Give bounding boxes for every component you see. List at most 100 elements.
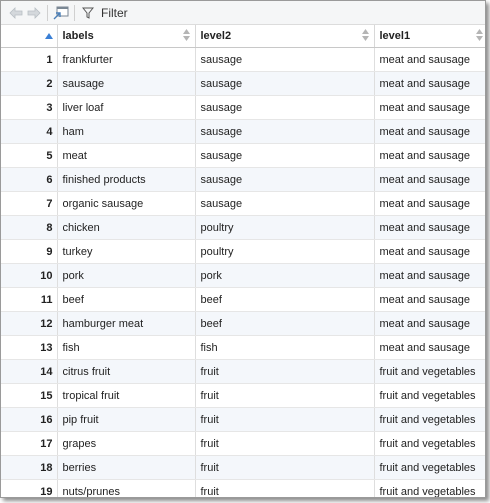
cell-labels: sausage [57, 71, 196, 96]
cell-level2: fruit [195, 407, 375, 432]
cell-level2: fruit [195, 359, 375, 384]
table-row[interactable]: 7 organic sausage sausage meat and sausage [1, 191, 485, 216]
cell-level2: poultry [195, 239, 375, 264]
sort-ascending-icon [44, 33, 53, 39]
cell-labels: beef [57, 287, 196, 312]
cell-level1: fruit and vegetables [374, 407, 485, 432]
cell-level2: sausage [195, 71, 375, 96]
table-row[interactable]: 19 nuts/prunes fruit fruit and vegetables [1, 479, 485, 497]
cell-labels: ham [57, 119, 196, 144]
row-index: 13 [1, 335, 58, 360]
column-header-index[interactable] [1, 25, 58, 48]
data-table: labels level2 level1 1 frankfurter sausage… [1, 25, 485, 497]
row-index: 12 [1, 311, 58, 336]
table-row[interactable]: 3 liver loaf sausage meat and sausage [1, 95, 485, 120]
cell-level1: fruit and vegetables [374, 359, 485, 384]
filter-button-label[interactable]: Filter [101, 6, 128, 20]
cell-level1: fruit and vegetables [374, 383, 485, 408]
table-row[interactable]: 16 pip fruit fruit fruit and vegetables [1, 407, 485, 432]
filter-icon[interactable] [79, 4, 97, 22]
table-row[interactable]: 14 citrus fruit fruit fruit and vegetables [1, 359, 485, 384]
row-index: 3 [1, 95, 58, 120]
column-header-level2[interactable]: level2 [195, 25, 375, 48]
cell-level1: meat and sausage [374, 239, 485, 264]
row-index: 15 [1, 383, 58, 408]
cell-level2: sausage [195, 143, 375, 168]
toolbar: Filter [1, 1, 485, 25]
data-viewer-window: Filter labels level2 level1 1 frankfurte… [0, 0, 486, 498]
cell-level1: meat and sausage [374, 311, 485, 336]
cell-labels: organic sausage [57, 191, 196, 216]
row-index: 16 [1, 407, 58, 432]
row-index: 18 [1, 455, 58, 480]
row-index: 17 [1, 431, 58, 456]
column-header-level1[interactable]: level1 [374, 25, 485, 48]
table-row[interactable]: 4 ham sausage meat and sausage [1, 119, 485, 144]
cell-labels: citrus fruit [57, 359, 196, 384]
table-row[interactable]: 17 grapes fruit fruit and vegetables [1, 431, 485, 456]
cell-labels: frankfurter [57, 47, 196, 72]
cell-level2: fish [195, 335, 375, 360]
cell-level1: meat and sausage [374, 191, 485, 216]
cell-labels: meat [57, 143, 196, 168]
sort-icon [361, 29, 369, 41]
table-row[interactable]: 18 berries fruit fruit and vegetables [1, 455, 485, 480]
cell-level2: sausage [195, 119, 375, 144]
cell-level1: meat and sausage [374, 47, 485, 72]
table-row[interactable]: 5 meat sausage meat and sausage [1, 143, 485, 168]
table-row[interactable]: 12 hamburger meat beef meat and sausage [1, 311, 485, 336]
cell-labels: nuts/prunes [57, 479, 196, 497]
toolbar-separator [74, 4, 75, 21]
cell-level1: meat and sausage [374, 119, 485, 144]
column-header-labels[interactable]: labels [57, 25, 196, 48]
row-index: 9 [1, 239, 58, 264]
table-row[interactable]: 15 tropical fruit fruit fruit and vegetable… [1, 383, 485, 408]
cell-level2: fruit [195, 431, 375, 456]
cell-level2: sausage [195, 95, 375, 120]
cell-level1: meat and sausage [374, 287, 485, 312]
toolbar-separator [47, 4, 48, 21]
sort-icon [182, 29, 190, 41]
sort-icon [475, 29, 483, 41]
cell-level1: meat and sausage [374, 167, 485, 192]
row-index: 7 [1, 191, 58, 216]
cell-labels: pork [57, 263, 196, 288]
cell-labels: tropical fruit [57, 383, 196, 408]
cell-labels: chicken [57, 215, 196, 240]
cell-level2: sausage [195, 47, 375, 72]
popout-icon[interactable] [52, 4, 70, 22]
cell-level1: meat and sausage [374, 335, 485, 360]
cell-level2: sausage [195, 191, 375, 216]
table-row[interactable]: 2 sausage sausage meat and sausage [1, 71, 485, 96]
row-index: 11 [1, 287, 58, 312]
cell-level1: fruit and vegetables [374, 479, 485, 497]
cell-level2: sausage [195, 167, 375, 192]
header-row: labels level2 level1 [1, 25, 485, 48]
back-arrow-icon[interactable] [7, 4, 25, 22]
table-row[interactable]: 13 fish fish meat and sausage [1, 335, 485, 360]
forward-arrow-icon[interactable] [25, 4, 43, 22]
row-index: 1 [1, 47, 58, 72]
cell-labels: fish [57, 335, 196, 360]
cell-level2: beef [195, 311, 375, 336]
row-index: 5 [1, 143, 58, 168]
cell-level2: fruit [195, 455, 375, 480]
data-table-container: labels level2 level1 1 frankfurter sausage… [1, 25, 485, 497]
table-row[interactable]: 10 pork pork meat and sausage [1, 263, 485, 288]
cell-level1: meat and sausage [374, 263, 485, 288]
cell-level2: fruit [195, 383, 375, 408]
cell-level1: fruit and vegetables [374, 455, 485, 480]
table-row[interactable]: 9 turkey poultry meat and sausage [1, 239, 485, 264]
cell-level1: meat and sausage [374, 215, 485, 240]
cell-labels: hamburger meat [57, 311, 196, 336]
table-row[interactable]: 8 chicken poultry meat and sausage [1, 215, 485, 240]
table-row[interactable]: 6 finished products sausage meat and sausag… [1, 167, 485, 192]
table-row[interactable]: 1 frankfurter sausage meat and sausage [1, 47, 485, 72]
table-row[interactable]: 11 beef beef meat and sausage [1, 287, 485, 312]
cell-level2: poultry [195, 215, 375, 240]
cell-level2: pork [195, 263, 375, 288]
cell-labels: finished products [57, 167, 196, 192]
row-index: 4 [1, 119, 58, 144]
row-index: 2 [1, 71, 58, 96]
cell-labels: pip fruit [57, 407, 196, 432]
